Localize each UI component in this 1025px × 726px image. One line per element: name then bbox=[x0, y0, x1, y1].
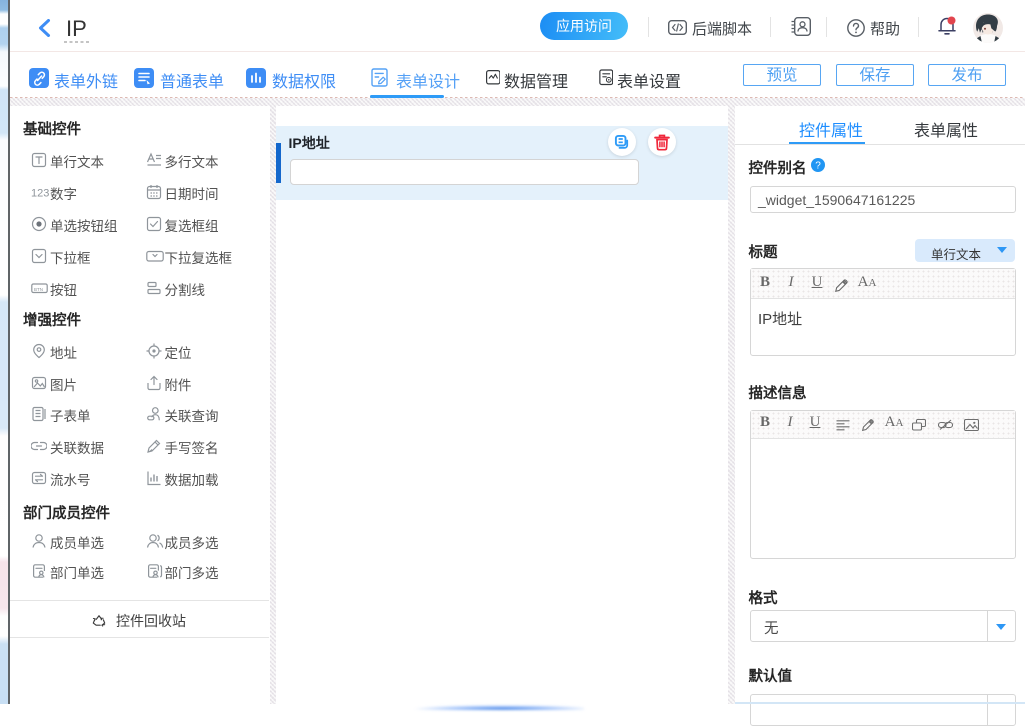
svg-text:123: 123 bbox=[31, 188, 49, 200]
svg-text:BTN: BTN bbox=[34, 287, 43, 292]
svg-text:?: ? bbox=[815, 161, 821, 172]
